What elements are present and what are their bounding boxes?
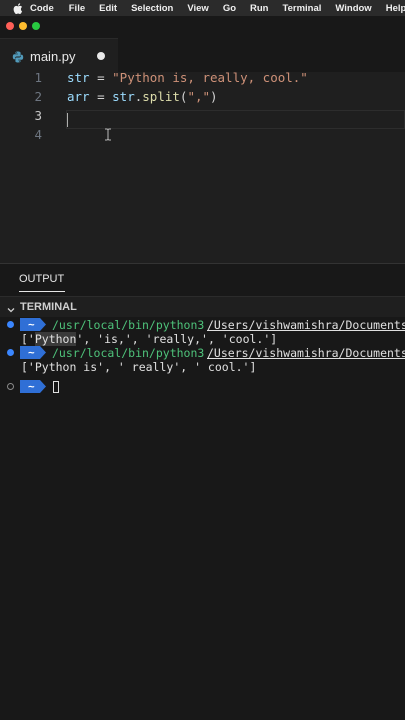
- menu-window[interactable]: Window: [335, 3, 371, 14]
- code-token: str: [112, 89, 135, 104]
- menu-items: Code File Edit Selection View Go Run Terminal Wi…: [30, 3, 405, 14]
- program-output: ['Python is', ' really', ' cool.']: [21, 360, 256, 374]
- active-tab-indicator: [19, 291, 65, 292]
- menu-view[interactable]: View: [187, 3, 208, 14]
- terminal-section-header[interactable]: TERMINAL: [0, 297, 405, 317]
- code-line[interactable]: 3: [0, 106, 405, 125]
- menu-go[interactable]: Go: [223, 3, 236, 14]
- tab-output[interactable]: OUTPUT: [19, 273, 64, 285]
- terminal-row: ~ /usr/local/bin/python3/Users/vishwamish…: [0, 346, 405, 360]
- menu-run[interactable]: Run: [250, 3, 268, 14]
- prompt-badge-icon: ~: [20, 380, 46, 393]
- prompt-symbol: ~: [28, 380, 35, 393]
- bottom-panel: OUTPUT TERMINAL ~/usr/local/bin/python3/…: [0, 264, 405, 720]
- file-path-link[interactable]: /Users/vishwamishra/Documents/: [207, 346, 405, 360]
- code-token: ): [210, 89, 218, 104]
- menu-terminal[interactable]: Terminal: [282, 3, 321, 14]
- title-tab-bar: main.py: [0, 16, 405, 73]
- code-token: =: [89, 89, 113, 104]
- ibeam-cursor-icon: [104, 128, 112, 141]
- terminal-label: TERMINAL: [20, 301, 77, 313]
- unsaved-dot-icon[interactable]: [97, 52, 105, 60]
- prompt-symbol: ~: [28, 318, 35, 331]
- menu-help[interactable]: Help: [386, 3, 405, 14]
- line-number: 3: [34, 108, 42, 123]
- menu-edit[interactable]: Edit: [99, 3, 117, 14]
- code-token: arr: [67, 89, 90, 104]
- apple-icon[interactable]: [13, 2, 23, 14]
- maximize-window-button[interactable]: [32, 22, 40, 30]
- line-number: 4: [34, 127, 42, 142]
- minimize-window-button[interactable]: [19, 22, 27, 30]
- menu-file[interactable]: File: [69, 3, 85, 14]
- command-text: /usr/local/bin/python3: [52, 346, 205, 360]
- chevron-down-icon[interactable]: [6, 302, 16, 313]
- code-token: split: [142, 89, 180, 104]
- prompt-badge-icon: ~: [20, 346, 46, 359]
- command-text: /usr/local/bin/python3: [52, 318, 205, 332]
- file-path-link[interactable]: /Users/vishwamishra/Documents/: [207, 318, 405, 332]
- code-token: =: [89, 70, 113, 85]
- output-text: ', 'is,', 'really,', 'cool.']: [76, 332, 278, 346]
- menu-selection[interactable]: Selection: [131, 3, 173, 14]
- output-text: ['Python is', ' really', ' cool.']: [21, 360, 257, 374]
- code-editor[interactable]: 1 str = "Python is, really, cool." 2 arr = …: [0, 70, 405, 264]
- output-text: [': [21, 332, 35, 346]
- code-line[interactable]: 2 arr = str.split(","): [0, 87, 405, 106]
- menu-code[interactable]: Code: [30, 3, 54, 14]
- terminal-row: ~ /usr/local/bin/python3/Users/vishwamish…: [0, 318, 405, 332]
- code-line[interactable]: 1 str = "Python is, really, cool.": [0, 68, 405, 87]
- tab-filename: main.py: [30, 48, 76, 64]
- command-status-dot-icon[interactable]: [7, 383, 14, 390]
- terminal-row: ~: [0, 380, 405, 394]
- command-status-dot-icon[interactable]: [7, 349, 14, 356]
- command-status-dot-icon[interactable]: [7, 321, 14, 328]
- prompt-badge-icon: ~: [20, 318, 46, 331]
- menu-bar: Code File Edit Selection View Go Run Terminal Wi…: [0, 0, 405, 16]
- terminal-cursor: [53, 381, 59, 393]
- line-code: str = "Python is, really, cool.": [67, 70, 308, 85]
- code-token: "Python is, really, cool.": [112, 70, 308, 85]
- line-code: arr = str.split(","): [67, 89, 218, 104]
- code-token: str: [67, 70, 90, 85]
- line-number: 1: [34, 70, 42, 85]
- prompt-symbol: ~: [28, 346, 35, 359]
- close-window-button[interactable]: [6, 22, 14, 30]
- python-icon: [12, 50, 24, 63]
- line-number: 2: [34, 89, 42, 104]
- code-line[interactable]: 4: [0, 125, 405, 144]
- window-controls: [6, 22, 40, 30]
- output-highlight: Python: [34, 332, 77, 346]
- terminal-row: ['Python', 'is,', 'really,', 'cool.']: [0, 332, 405, 346]
- code-token: ",": [187, 89, 211, 104]
- program-output: ['Python', 'is,', 'really,', 'cool.']: [21, 332, 277, 346]
- terminal-row: ['Python is', ' really', ' cool.']: [0, 360, 405, 374]
